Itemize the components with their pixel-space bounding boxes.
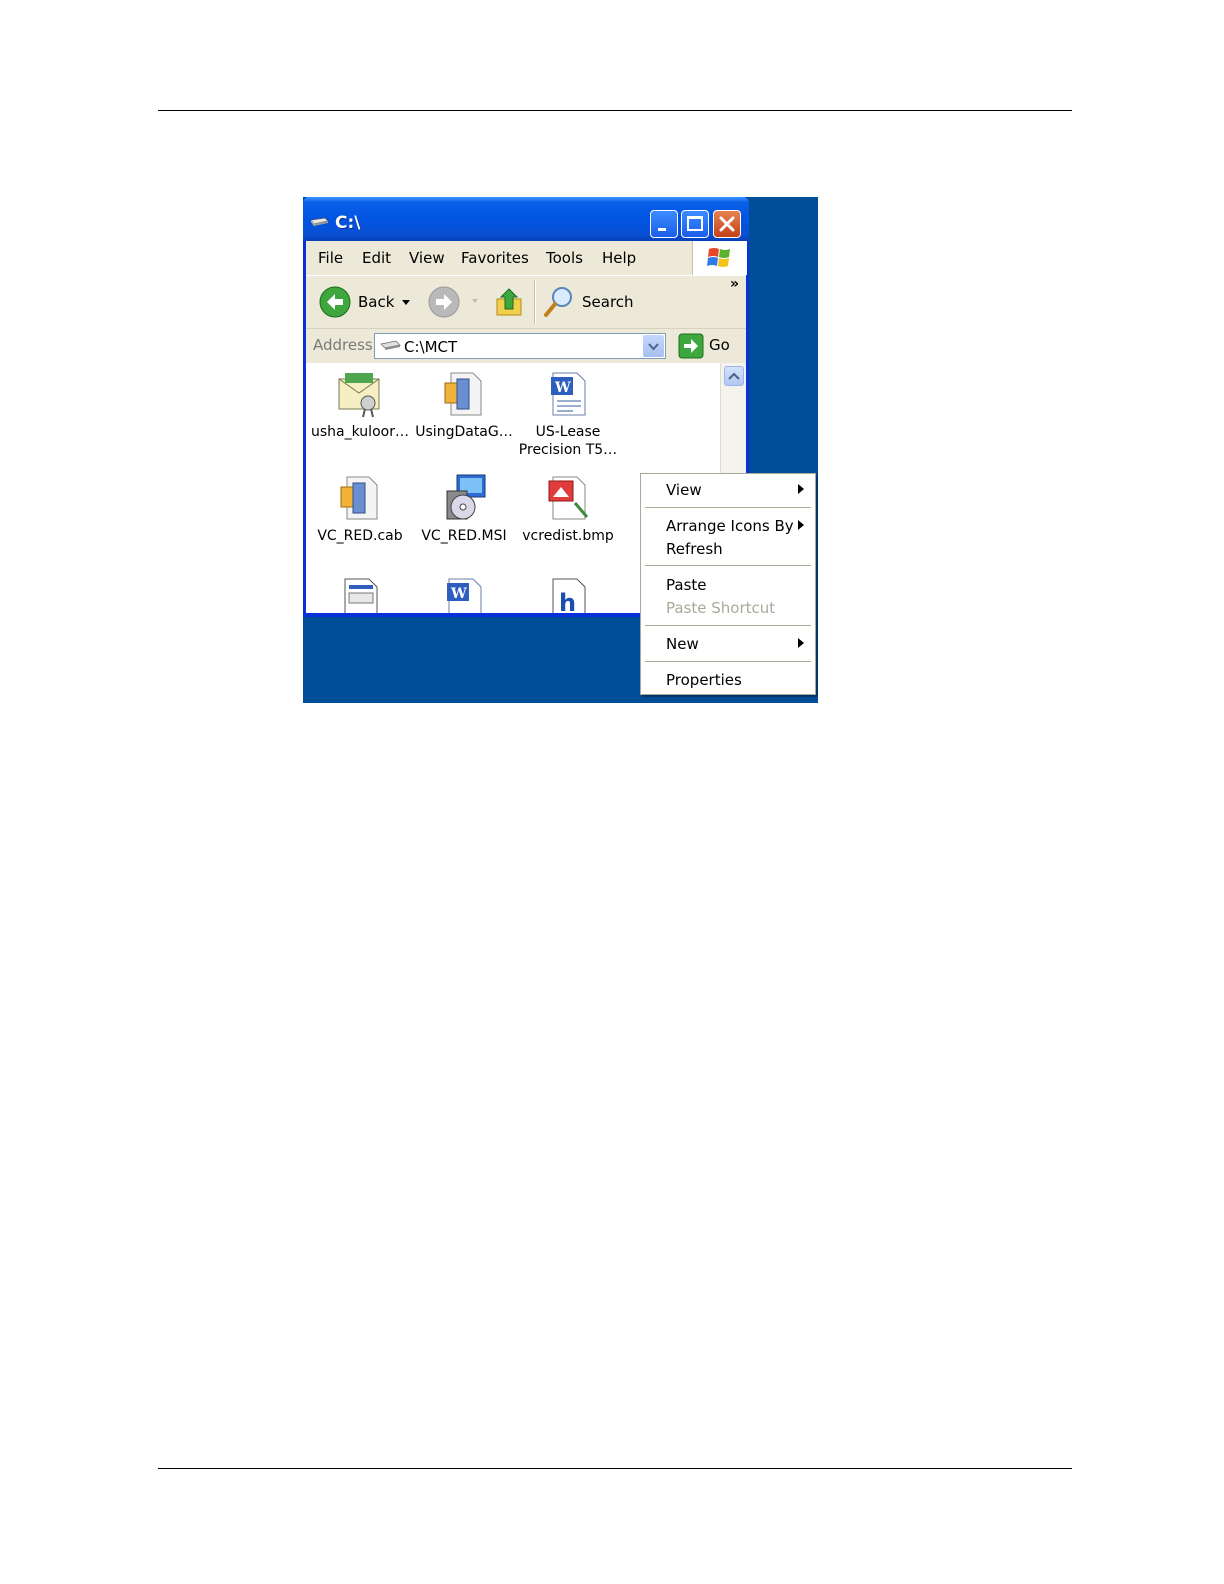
menu-view[interactable]: View bbox=[409, 249, 445, 267]
up-folder-icon[interactable] bbox=[493, 285, 527, 319]
chevron-up-icon bbox=[728, 372, 740, 380]
search-icon bbox=[544, 287, 572, 317]
footer-rule bbox=[158, 1468, 1072, 1469]
maximize-button[interactable] bbox=[681, 210, 709, 238]
menu-favorites[interactable]: Favorites bbox=[461, 249, 529, 267]
file-name: UsingDataG… bbox=[415, 424, 513, 440]
menu-separator bbox=[645, 661, 811, 662]
menu-help[interactable]: Help bbox=[602, 249, 636, 267]
installer-package-icon bbox=[446, 474, 486, 520]
maximize-icon bbox=[687, 216, 703, 231]
go-label: Go bbox=[709, 336, 730, 354]
windows-flag-icon bbox=[707, 248, 730, 267]
file-name: VC_RED.MSI bbox=[421, 528, 507, 544]
back-dropdown-icon[interactable] bbox=[402, 300, 412, 306]
title-bar[interactable]: C:\ bbox=[303, 197, 749, 241]
file-item[interactable]: vcredist.bmp bbox=[516, 473, 620, 545]
go-button[interactable]: Go bbox=[676, 332, 736, 360]
window-title: C:\ bbox=[335, 213, 361, 233]
file-item[interactable]: UsingDataG… bbox=[412, 369, 516, 441]
forward-dropdown-icon bbox=[472, 299, 478, 303]
context-menu-view[interactable]: View bbox=[666, 481, 702, 499]
forward-arrow-icon[interactable] bbox=[427, 285, 461, 319]
file-item[interactable]: usha_kuloor… bbox=[308, 369, 412, 441]
go-arrow-icon bbox=[678, 333, 704, 359]
file-item[interactable]: W US-Lease Precision T5… bbox=[516, 369, 620, 459]
context-menu-arrange-icons-by[interactable]: Arrange Icons By bbox=[666, 517, 794, 535]
address-value: C:\MCT bbox=[404, 338, 458, 356]
menu-separator bbox=[645, 507, 811, 508]
submenu-arrow-icon bbox=[798, 520, 804, 530]
menu-tools[interactable]: Tools bbox=[546, 249, 583, 267]
close-button[interactable] bbox=[713, 210, 741, 238]
context-menu-paste-shortcut: Paste Shortcut bbox=[666, 599, 776, 617]
back-label: Back bbox=[358, 293, 395, 311]
context-menu: View Arrange Icons By Refresh Paste Past… bbox=[640, 473, 816, 695]
minimize-button[interactable] bbox=[650, 210, 678, 238]
cab-file-icon bbox=[340, 476, 378, 520]
chevron-down-icon bbox=[648, 343, 659, 351]
back-button[interactable]: Back bbox=[318, 285, 414, 319]
svg-text:W: W bbox=[450, 586, 467, 602]
desktop-background[interactable]: C:\ File Edit View Favorites Tools Help bbox=[303, 197, 818, 703]
back-arrow-icon bbox=[319, 286, 351, 318]
submenu-arrow-icon bbox=[798, 638, 804, 648]
drive-icon bbox=[380, 340, 401, 350]
file-name: vcredist.bmp bbox=[522, 528, 614, 544]
word-document-icon: W bbox=[447, 578, 482, 613]
toolbar-separator bbox=[534, 280, 536, 324]
menu-edit[interactable]: Edit bbox=[362, 249, 391, 267]
search-label: Search bbox=[582, 293, 634, 311]
file-name: US-Lease Precision T5… bbox=[518, 424, 618, 458]
windows-logo bbox=[692, 241, 747, 275]
bitmap-image-icon bbox=[548, 476, 589, 520]
file-item[interactable]: W bbox=[412, 575, 516, 613]
toolbar-overflow-chevron[interactable]: » bbox=[730, 276, 739, 292]
minimize-icon bbox=[658, 228, 666, 231]
svg-text:W: W bbox=[554, 380, 571, 396]
menu-file[interactable]: File bbox=[318, 249, 343, 267]
help-file-icon: h bbox=[552, 578, 586, 613]
menu-separator bbox=[645, 565, 811, 566]
svg-text:h: h bbox=[559, 589, 576, 613]
menu-bar: File Edit View Favorites Tools Help bbox=[306, 241, 747, 275]
cab-file-icon bbox=[444, 372, 482, 416]
context-menu-new[interactable]: New bbox=[666, 635, 699, 653]
file-item[interactable]: h bbox=[516, 575, 620, 613]
context-menu-paste[interactable]: Paste bbox=[666, 576, 707, 594]
file-item[interactable] bbox=[308, 575, 412, 613]
file-name: usha_kuloor… bbox=[311, 424, 409, 440]
file-name: VC_RED.cab bbox=[317, 528, 403, 544]
scroll-up-button[interactable] bbox=[724, 366, 744, 386]
submenu-arrow-icon bbox=[798, 484, 804, 494]
address-input[interactable]: C:\MCT bbox=[374, 333, 666, 359]
close-icon bbox=[719, 216, 735, 232]
file-item[interactable]: VC_RED.MSI bbox=[412, 473, 516, 545]
search-button[interactable]: Search bbox=[542, 285, 642, 319]
address-label: Address bbox=[313, 336, 373, 354]
header-rule bbox=[158, 110, 1072, 111]
address-dropdown-button[interactable] bbox=[643, 335, 664, 357]
word-document-icon: W bbox=[551, 372, 586, 416]
context-menu-refresh[interactable]: Refresh bbox=[666, 540, 723, 558]
file-item[interactable]: VC_RED.cab bbox=[308, 473, 412, 545]
address-bar: Address C:\MCT Go bbox=[306, 328, 746, 363]
dialog-window-icon bbox=[344, 578, 378, 613]
context-menu-properties[interactable]: Properties bbox=[666, 671, 742, 689]
menu-separator bbox=[645, 625, 811, 626]
certificate-icon bbox=[338, 373, 380, 418]
standard-toolbar: Back Search » bbox=[306, 275, 746, 328]
drive-icon bbox=[310, 217, 329, 226]
